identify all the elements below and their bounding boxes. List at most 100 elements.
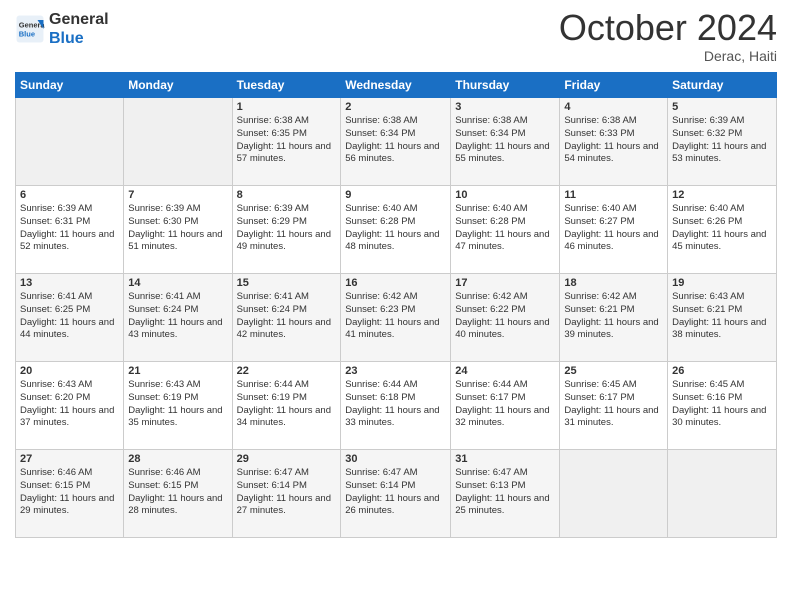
day-info: Sunrise: 6:39 AMSunset: 6:30 PMDaylight:… [128, 203, 227, 254]
calendar-cell: 15 Sunrise: 6:41 AMSunset: 6:24 PMDayligh… [232, 274, 341, 362]
logo-icon: General Blue [15, 14, 45, 44]
day-number: 12 [672, 189, 772, 201]
location: Derac, Haiti [559, 48, 777, 64]
day-info: Sunrise: 6:40 AMSunset: 6:27 PMDaylight:… [564, 203, 663, 254]
calendar: SundayMondayTuesdayWednesdayThursdayFrid… [15, 72, 777, 538]
day-number: 29 [237, 453, 337, 465]
day-info: Sunrise: 6:41 AMSunset: 6:24 PMDaylight:… [128, 291, 227, 342]
calendar-cell: 25 Sunrise: 6:45 AMSunset: 6:17 PMDayligh… [560, 362, 668, 450]
page: General Blue General Blue October 2024 D… [0, 0, 792, 612]
day-number: 17 [455, 277, 555, 289]
day-info: Sunrise: 6:40 AMSunset: 6:26 PMDaylight:… [672, 203, 772, 254]
day-number: 9 [345, 189, 446, 201]
calendar-cell: 2 Sunrise: 6:38 AMSunset: 6:34 PMDaylight… [341, 98, 451, 186]
calendar-cell: 18 Sunrise: 6:42 AMSunset: 6:21 PMDayligh… [560, 274, 668, 362]
day-number: 24 [455, 365, 555, 377]
calendar-cell: 10 Sunrise: 6:40 AMSunset: 6:28 PMDayligh… [451, 186, 560, 274]
day-info: Sunrise: 6:43 AMSunset: 6:21 PMDaylight:… [672, 291, 772, 342]
calendar-cell [16, 98, 124, 186]
calendar-cell: 4 Sunrise: 6:38 AMSunset: 6:33 PMDaylight… [560, 98, 668, 186]
day-number: 18 [564, 277, 663, 289]
weekday-header-friday: Friday [560, 73, 668, 98]
day-info: Sunrise: 6:47 AMSunset: 6:14 PMDaylight:… [345, 467, 446, 518]
calendar-cell: 13Sunrise: 6:41 AMSunset: 6:25 PMDayligh… [16, 274, 124, 362]
day-number: 25 [564, 365, 663, 377]
weekday-header-tuesday: Tuesday [232, 73, 341, 98]
calendar-cell: 11Sunrise: 6:40 AMSunset: 6:27 PMDayligh… [560, 186, 668, 274]
calendar-cell [124, 98, 232, 186]
day-info: Sunrise: 6:44 AMSunset: 6:17 PMDaylight:… [455, 379, 555, 430]
day-info: Sunrise: 6:44 AMSunset: 6:18 PMDaylight:… [345, 379, 446, 430]
day-number: 27 [20, 453, 119, 465]
day-number: 26 [672, 365, 772, 377]
calendar-cell [560, 450, 668, 538]
calendar-cell: 7 Sunrise: 6:39 AMSunset: 6:30 PMDaylight… [124, 186, 232, 274]
day-number: 16 [345, 277, 446, 289]
calendar-cell: 20 Sunrise: 6:43 AMSunset: 6:20 PMDayligh… [16, 362, 124, 450]
calendar-cell: 16 Sunrise: 6:42 AMSunset: 6:23 PMDayligh… [341, 274, 451, 362]
day-info: Sunrise: 6:45 AMSunset: 6:16 PMDaylight:… [672, 379, 772, 430]
day-number: 4 [564, 101, 663, 113]
day-info: Sunrise: 6:38 AMSunset: 6:34 PMDaylight:… [345, 115, 446, 166]
day-info: Sunrise: 6:43 AMSunset: 6:19 PMDaylight:… [128, 379, 227, 430]
day-info: Sunrise: 6:42 AMSunset: 6:21 PMDaylight:… [564, 291, 663, 342]
day-number: 22 [237, 365, 337, 377]
month-title: October 2024 [559, 10, 777, 46]
day-number: 2 [345, 101, 446, 113]
logo: General Blue General Blue [15, 10, 109, 48]
calendar-cell: 5Sunrise: 6:39 AMSunset: 6:32 PMDaylight… [668, 98, 777, 186]
calendar-cell: 8Sunrise: 6:39 AMSunset: 6:29 PMDaylight… [232, 186, 341, 274]
weekday-header-monday: Monday [124, 73, 232, 98]
svg-text:Blue: Blue [19, 30, 35, 39]
weekday-header-wednesday: Wednesday [341, 73, 451, 98]
week-row-4: 20 Sunrise: 6:43 AMSunset: 6:20 PMDayligh… [16, 362, 777, 450]
weekday-header-sunday: Sunday [16, 73, 124, 98]
week-row-1: 1Sunrise: 6:38 AMSunset: 6:35 PMDaylight… [16, 98, 777, 186]
day-info: Sunrise: 6:44 AMSunset: 6:19 PMDaylight:… [237, 379, 337, 430]
weekday-header-row: SundayMondayTuesdayWednesdayThursdayFrid… [16, 73, 777, 98]
calendar-cell: 21 Sunrise: 6:43 AMSunset: 6:19 PMDayligh… [124, 362, 232, 450]
weekday-header-thursday: Thursday [451, 73, 560, 98]
day-info: Sunrise: 6:46 AMSunset: 6:15 PMDaylight:… [128, 467, 227, 518]
day-info: Sunrise: 6:39 AMSunset: 6:32 PMDaylight:… [672, 115, 772, 166]
day-number: 3 [455, 101, 555, 113]
day-info: Sunrise: 6:47 AMSunset: 6:14 PMDaylight:… [237, 467, 337, 518]
calendar-cell [668, 450, 777, 538]
day-info: Sunrise: 6:45 AMSunset: 6:17 PMDaylight:… [564, 379, 663, 430]
calendar-cell: 9Sunrise: 6:40 AMSunset: 6:28 PMDaylight… [341, 186, 451, 274]
day-number: 10 [455, 189, 555, 201]
calendar-cell: 28 Sunrise: 6:46 AMSunset: 6:15 PMDayligh… [124, 450, 232, 538]
day-info: Sunrise: 6:42 AMSunset: 6:22 PMDaylight:… [455, 291, 555, 342]
day-number: 15 [237, 277, 337, 289]
weekday-header-saturday: Saturday [668, 73, 777, 98]
day-number: 31 [455, 453, 555, 465]
day-number: 7 [128, 189, 227, 201]
calendar-cell: 14 Sunrise: 6:41 AMSunset: 6:24 PMDayligh… [124, 274, 232, 362]
day-number: 30 [345, 453, 446, 465]
day-number: 20 [20, 365, 119, 377]
day-info: Sunrise: 6:42 AMSunset: 6:23 PMDaylight:… [345, 291, 446, 342]
calendar-cell: 30 Sunrise: 6:47 AMSunset: 6:14 PMDayligh… [341, 450, 451, 538]
day-number: 28 [128, 453, 227, 465]
day-info: Sunrise: 6:40 AMSunset: 6:28 PMDaylight:… [455, 203, 555, 254]
calendar-cell: 27Sunrise: 6:46 AMSunset: 6:15 PMDayligh… [16, 450, 124, 538]
day-info: Sunrise: 6:41 AMSunset: 6:24 PMDaylight:… [237, 291, 337, 342]
calendar-cell: 12 Sunrise: 6:40 AMSunset: 6:26 PMDayligh… [668, 186, 777, 274]
calendar-cell: 26 Sunrise: 6:45 AMSunset: 6:16 PMDayligh… [668, 362, 777, 450]
week-row-2: 6Sunrise: 6:39 AMSunset: 6:31 PMDaylight… [16, 186, 777, 274]
day-info: Sunrise: 6:38 AMSunset: 6:33 PMDaylight:… [564, 115, 663, 166]
header: General Blue General Blue October 2024 D… [15, 10, 777, 64]
calendar-cell: 1Sunrise: 6:38 AMSunset: 6:35 PMDaylight… [232, 98, 341, 186]
week-row-5: 27 Sunrise: 6:46 AMSunset: 6:15 PMDayligh… [16, 450, 777, 538]
day-number: 14 [128, 277, 227, 289]
calendar-cell: 29 Sunrise: 6:47 AMSunset: 6:14 PMDayligh… [232, 450, 341, 538]
day-number: 23 [345, 365, 446, 377]
title-block: October 2024 Derac, Haiti [559, 10, 777, 64]
day-info: Sunrise: 6:43 AMSunset: 6:20 PMDaylight:… [20, 379, 119, 430]
day-number: 21 [128, 365, 227, 377]
calendar-cell: 19Sunrise: 6:43 AMSunset: 6:21 PMDayligh… [668, 274, 777, 362]
day-info: Sunrise: 6:39 AMSunset: 6:29 PMDaylight:… [237, 203, 337, 254]
day-number: 1 [237, 101, 337, 113]
day-info: Sunrise: 6:41 AMSunset: 6:25 PMDaylight:… [20, 291, 119, 342]
calendar-cell: 17 Sunrise: 6:42 AMSunset: 6:22 PMDayligh… [451, 274, 560, 362]
